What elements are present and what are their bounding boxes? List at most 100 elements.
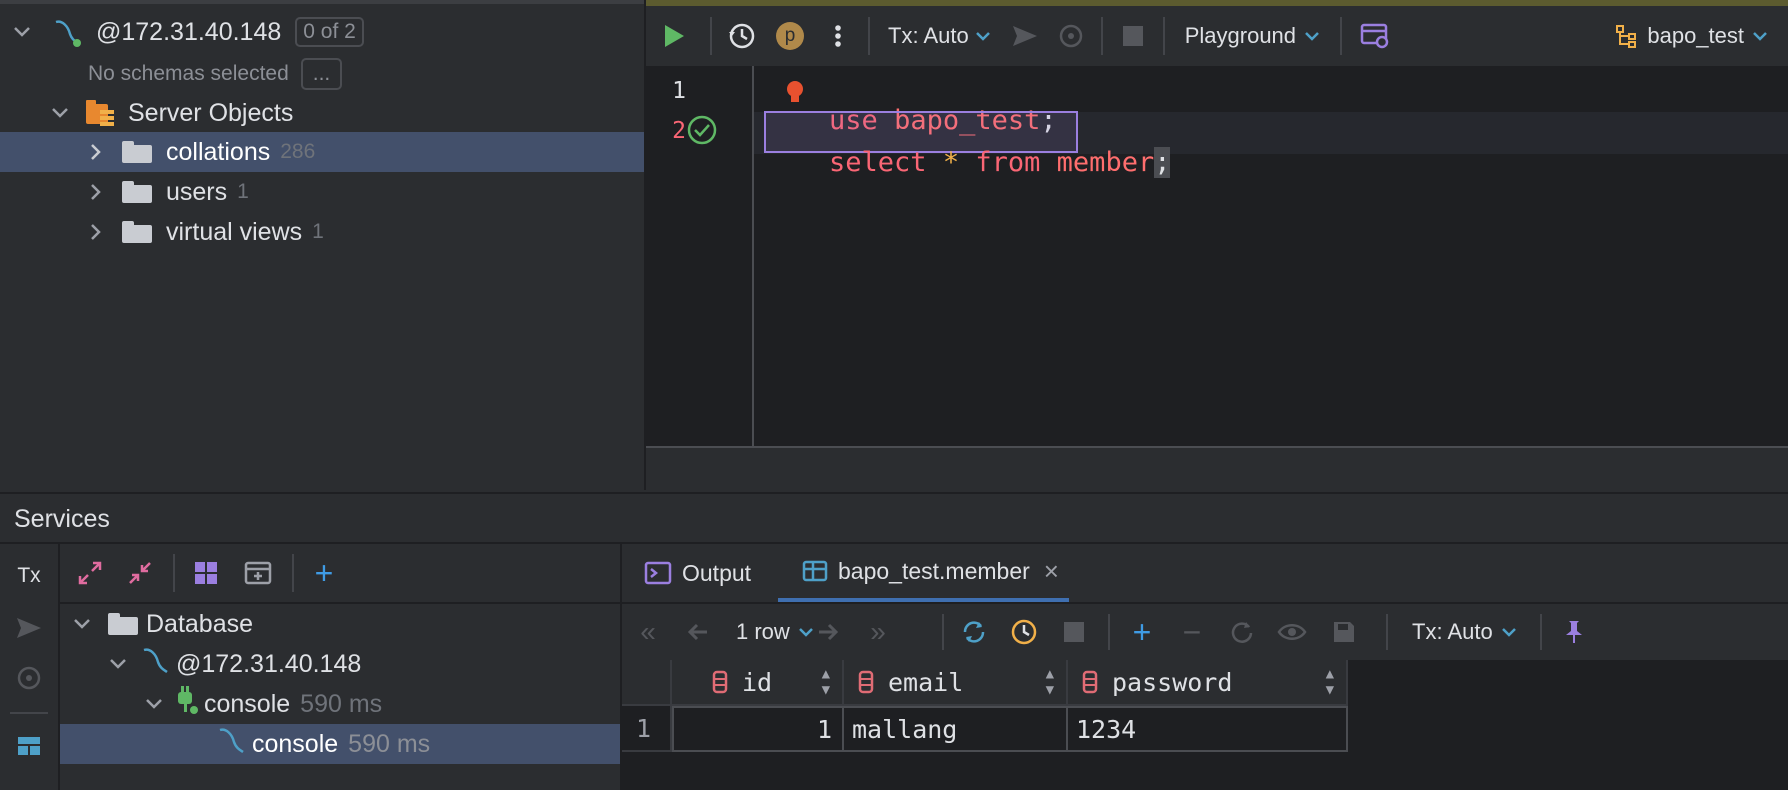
table-cell-password[interactable]: 1234 [1068,706,1348,752]
p-badge: p [776,22,804,50]
group-by-icon[interactable] [186,553,226,593]
services-tree-console-session[interactable]: console 590 ms [142,684,382,724]
code-lines[interactable]: use bapo_test; select * from member; [754,66,1788,446]
intention-bulb-icon[interactable] [784,78,806,112]
tree-item-users[interactable]: users 1 [0,172,249,212]
divider [942,614,944,650]
tx-mode-label: Tx: Auto [888,23,969,48]
stop-icon[interactable] [1111,6,1155,66]
chevron-down-icon[interactable] [10,20,34,44]
column-header-email[interactable]: email ▲ ▼ [844,660,1068,706]
divider [10,712,48,714]
layout-icon[interactable] [9,726,49,766]
rollback-icon[interactable] [9,658,49,698]
chevron-right-icon[interactable] [84,220,108,244]
commit-icon[interactable] [1001,6,1049,66]
refresh-icon[interactable] [954,612,994,652]
schema-count-badge[interactable]: 0 of 2 [295,17,364,47]
schema-dropdown[interactable]: bapo_test [1615,6,1788,66]
services-tree-label: @172.31.40.148 [176,649,362,678]
services-tree-connection[interactable]: @172.31.40.148 [106,644,361,684]
tab-label: bapo_test.member [838,557,1030,584]
add-icon[interactable]: + [304,553,344,593]
run-button[interactable] [646,6,702,66]
chevron-right-icon[interactable] [84,180,108,204]
p-badge-button[interactable]: p [764,6,816,66]
more-options-icon[interactable] [816,6,860,66]
tree-item-label: collations [166,137,271,166]
divider [1108,614,1110,650]
tree-item-virtual-views[interactable]: virtual views 1 [0,212,324,252]
grid-corner [622,660,672,706]
save-icon[interactable] [1324,612,1364,652]
row-number: 1 [622,706,672,752]
tx-button[interactable]: Tx [9,556,49,596]
chevron-down-icon[interactable] [70,612,94,636]
tree-item-connection[interactable]: @172.31.40.148 0 of 2 [10,12,364,52]
tree-item-server-objects[interactable]: Server Objects [48,93,293,133]
previous-page-icon[interactable] [678,612,718,652]
server-objects-label: Server Objects [128,98,294,127]
expand-all-icon[interactable] [70,553,110,593]
panel-top-border [0,0,644,4]
column-header-id[interactable]: id ▲ ▼ [672,660,844,706]
services-tree-database[interactable]: Database [70,604,253,644]
sort-icon[interactable]: ▲ ▼ [1326,666,1334,698]
chevron-down-icon[interactable] [142,692,166,716]
sql-keyword: from [975,147,1041,178]
services-tree-console[interactable]: console 590 ms [60,724,620,764]
row-count-dropdown[interactable]: 1 row [736,612,814,652]
tree-item-collations[interactable]: collations 286 [0,132,644,172]
select-schemas-button[interactable]: ... [300,58,343,90]
history-icon[interactable] [1004,612,1044,652]
services-header: Services [0,492,1788,544]
schema-label: bapo_test [1647,23,1744,48]
chevron-right-icon[interactable] [84,140,108,164]
tab-result-table[interactable]: bapo_test.member × [778,544,1069,602]
row-count-label: 1 row [736,619,790,644]
chevron-down-icon[interactable] [106,652,130,676]
revert-icon[interactable] [1222,612,1262,652]
services-side-toolbar: Tx [0,544,60,790]
sql-keyword: select [829,147,927,178]
commit-icon[interactable] [9,608,49,648]
table-cell-id[interactable]: 1 [672,706,844,752]
services-tree-label: console [204,689,291,718]
services-tree-toolbar: + [60,544,620,604]
tx-mode-dropdown[interactable]: Tx: Auto [878,6,1001,66]
sort-icon[interactable]: ▲ ▼ [1046,666,1054,698]
code-line-2: select * from member; [764,116,1171,209]
column-header-password[interactable]: password ▲ ▼ [1068,660,1348,706]
preview-eye-icon[interactable] [1272,612,1312,652]
mysql-dolphin-icon [216,726,246,763]
pin-icon[interactable] [1554,612,1594,652]
folder-icon [108,613,138,635]
sort-icon[interactable]: ▲ ▼ [822,666,830,698]
close-tab-icon[interactable]: × [1044,556,1059,587]
playground-dropdown[interactable]: Playground [1173,6,1332,66]
table-cell-email[interactable]: mallang [844,706,1068,752]
next-page-icon[interactable] [808,612,848,652]
add-layout-icon[interactable] [238,553,278,593]
table-view-icon[interactable] [1350,6,1400,66]
history-icon[interactable] [720,6,764,66]
line-number: 1 [672,78,686,104]
folder-icon [122,221,152,243]
tx-mode-dropdown[interactable]: Tx: Auto [1412,612,1517,652]
services-tree: + Database @172.31.40.148 console 590 ms… [60,544,622,790]
services-title: Services [14,504,110,533]
last-page-icon[interactable]: » [858,612,898,652]
sql-identifier: member [1056,147,1155,178]
add-row-icon[interactable]: + [1122,612,1162,652]
folder-icon [122,181,152,203]
tab-output[interactable]: Output [644,544,751,602]
tx-mode-label: Tx: Auto [1412,619,1493,644]
column-header-label: id [742,667,773,697]
rollback-icon[interactable] [1049,6,1093,66]
stop-icon[interactable] [1054,612,1094,652]
delete-row-icon[interactable]: − [1172,612,1212,652]
chevron-down-icon[interactable] [48,101,72,125]
execution-success-icon [686,114,718,151]
first-page-icon[interactable]: « [628,612,668,652]
collapse-all-icon[interactable] [120,553,160,593]
